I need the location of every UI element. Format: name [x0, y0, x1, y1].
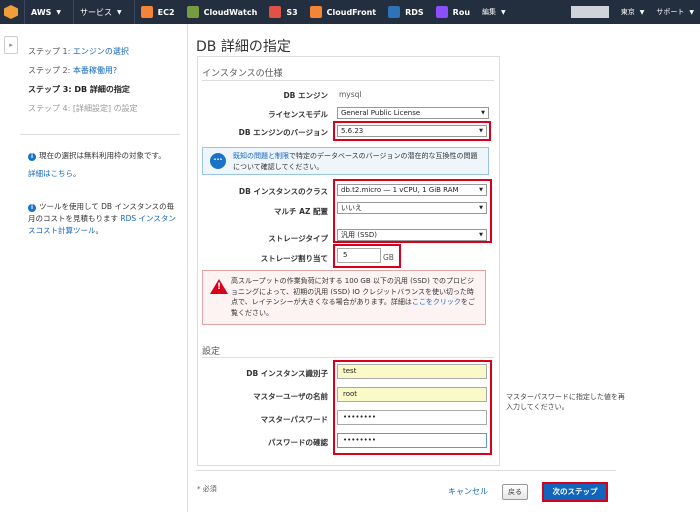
storage-warning: ! 高スループットの作業負荷に対する 100 GB 以下の汎用 (SSD) での…	[202, 270, 486, 325]
next-step-button[interactable]: 次のステップ	[542, 482, 608, 502]
multiaz-label: マルチ AZ 配置	[274, 207, 328, 216]
account-name-redacted[interactable]	[570, 6, 609, 18]
wizard-steps: ステップ 1: エンジンの選択 ステップ 2: 本番稼働用? ステップ 3: D…	[28, 42, 138, 118]
learn-more-link[interactable]: 詳細はこちら	[28, 169, 73, 178]
known-issues-link[interactable]: 既知の問題と制限	[233, 152, 289, 160]
info-icon: i	[28, 153, 36, 161]
cloudfront-icon	[309, 6, 322, 18]
warning-details-link[interactable]: ここをクリック	[412, 298, 461, 306]
s3-icon	[269, 6, 282, 18]
chevron-down-icon: ▼	[56, 8, 62, 16]
version-label: DB エンジンのバージョン	[238, 128, 328, 137]
chevron-down-icon: ▼	[639, 8, 645, 16]
class-label: DB インスタンスのクラス	[238, 187, 328, 196]
master-password-label: マスターパスワード	[260, 415, 328, 424]
storage-label: ストレージ割り当て	[260, 254, 328, 263]
aws-logo-icon[interactable]	[4, 5, 18, 19]
support-menu[interactable]: サポート ▼	[650, 0, 700, 24]
id-label: DB インスタンス識別子	[246, 369, 328, 378]
free-tier-info: i 現在の選択は無料利用枠の対象です。 詳細はこちら。	[28, 151, 166, 178]
sidebar-toggle[interactable]: ▸	[4, 36, 18, 54]
known-issues-notice: ··· 既知の問題と制限で特定のデータベースのバージョンの潜在的な互換性の問題に…	[202, 147, 489, 175]
wizard-sidebar: ▸ ステップ 1: エンジンの選択 ステップ 2: 本番稼働用? ステップ 3:…	[0, 24, 188, 512]
shortcut-rds[interactable]: RDS	[382, 0, 430, 24]
region-menu[interactable]: 東京 ▼	[615, 0, 651, 24]
step-1[interactable]: ステップ 1: エンジンの選択	[28, 42, 138, 61]
shortcut-s3[interactable]: S3	[263, 0, 303, 24]
license-label: ライセンスモデル	[268, 110, 328, 119]
highlight-version	[333, 121, 491, 141]
chevron-down-icon: ▼	[481, 110, 485, 116]
highlight-settings	[333, 360, 492, 455]
aws-menu[interactable]: AWS ▼	[25, 0, 67, 24]
license-select[interactable]: General Public License ▼	[337, 107, 489, 119]
warning-icon: !	[210, 279, 228, 294]
chevron-down-icon: ▼	[689, 8, 694, 16]
chevron-down-icon: ▼	[117, 8, 122, 16]
edit-menu[interactable]: 編集 ▼	[476, 0, 512, 24]
section-settings: 設定	[202, 347, 221, 357]
shortcut-ec2[interactable]: EC2	[135, 0, 181, 24]
shortcut-cloudfront[interactable]: CloudFront	[304, 0, 382, 24]
rds-icon	[388, 6, 401, 18]
shortcut-cloudwatch[interactable]: CloudWatch	[181, 0, 264, 24]
engine-label: DB エンジン	[283, 91, 328, 100]
ec2-icon	[140, 6, 153, 18]
cloudwatch-icon	[186, 6, 199, 18]
cost-tool-info: i ツールを使用して DB インスタンスの毎月のコストを見積もります RDS イン…	[28, 202, 176, 235]
required-note: * 必須	[197, 485, 217, 493]
back-button[interactable]: 戻る	[502, 484, 528, 500]
shortcut-route53[interactable]: Rou	[430, 0, 476, 24]
storage-type-label: ストレージタイプ	[268, 234, 328, 243]
aws-top-bar: AWS ▼ サービス ▼ EC2 CloudWatch S3 CloudFront …	[0, 0, 700, 24]
services-menu[interactable]: サービス ▼	[74, 0, 128, 24]
chat-bubble-icon: ···	[210, 153, 226, 169]
info-icon: i	[28, 204, 36, 212]
cancel-link[interactable]: キャンセル	[448, 486, 488, 497]
master-user-label: マスターユーザの名前	[253, 392, 328, 401]
step-2[interactable]: ステップ 2: 本番稼働用?	[28, 61, 138, 80]
highlight-class-az-storage	[333, 179, 492, 243]
engine-value: mysql	[339, 90, 362, 99]
route53-icon	[435, 6, 448, 18]
password-hint: マスターパスワードに指定した値を再入力してください。	[506, 393, 625, 411]
chevron-right-icon: ▸	[9, 41, 13, 49]
page-title: DB 詳細の指定	[196, 39, 291, 55]
chevron-down-icon: ▼	[501, 8, 506, 16]
step-3-current: ステップ 3: DB 詳細の指定	[28, 85, 130, 94]
step-4: ステップ 4: [詳細設定] の設定	[28, 104, 138, 113]
highlight-storage	[333, 244, 401, 268]
section-instance-spec: インスタンスの仕様	[202, 69, 283, 79]
confirm-password-label: パスワードの確認	[268, 438, 328, 447]
